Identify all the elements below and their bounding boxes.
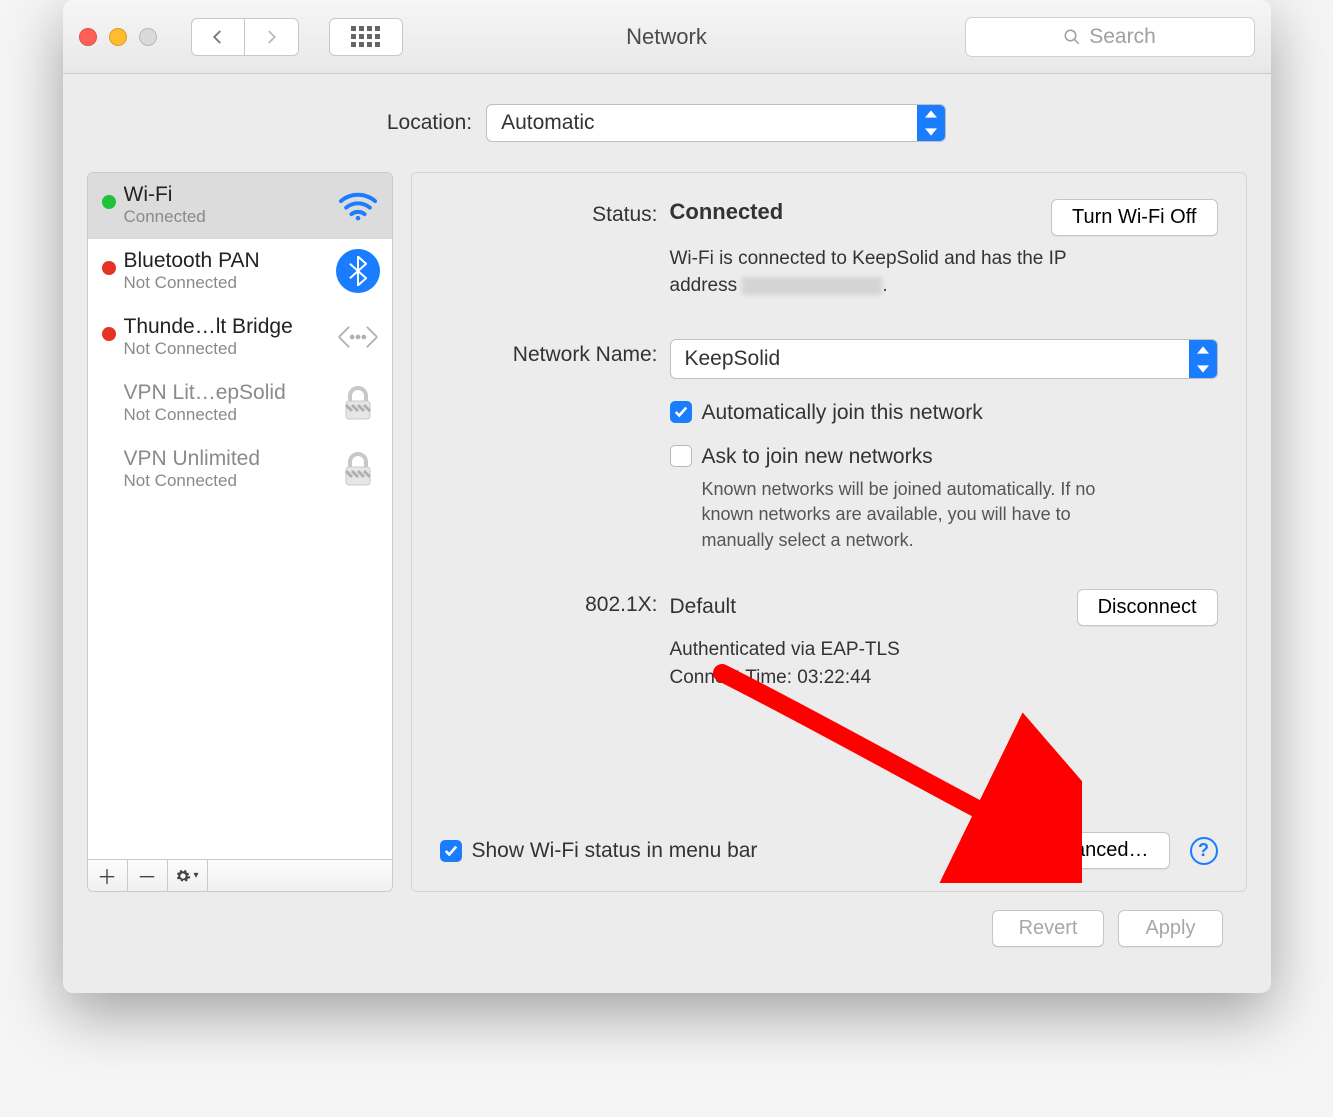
network-name-select[interactable]: KeepSolid (670, 339, 1218, 379)
forward-button[interactable] (245, 18, 299, 56)
service-vpn-lite-keepsolid[interactable]: VPN Lit…epSolid Not Connected (88, 371, 392, 437)
content-area: Location: Automatic Wi-Fi Connected (63, 74, 1271, 993)
revert-button[interactable]: Revert (992, 910, 1105, 947)
status-dot-red (102, 327, 116, 341)
window-title: Network (626, 24, 707, 50)
redacted-ip (742, 277, 882, 295)
ask-join-hint: Known networks will be joined automatica… (702, 477, 1122, 553)
panels: Wi-Fi Connected Bluetooth PAN Not Connec… (87, 172, 1247, 892)
advanced-button[interactable]: Advanced… (1019, 832, 1170, 869)
wifi-icon (336, 183, 380, 227)
service-status: Not Connected (124, 405, 328, 425)
apply-button[interactable]: Apply (1118, 910, 1222, 947)
show-in-menubar-label: Show Wi-Fi status in menu bar (472, 839, 758, 863)
footer: Revert Apply (87, 892, 1247, 969)
network-name-value: KeepSolid (685, 347, 781, 371)
disconnect-button[interactable]: Disconnect (1077, 589, 1218, 626)
ask-join-checkbox[interactable] (670, 445, 692, 467)
network-name-label: Network Name: (440, 339, 670, 553)
search-field[interactable]: Search (965, 17, 1255, 57)
location-row: Location: Automatic (87, 74, 1247, 172)
stepper-icon (917, 105, 945, 141)
service-name: VPN Lit…epSolid (124, 381, 328, 405)
grid-icon (351, 26, 380, 47)
service-vpn-unlimited[interactable]: VPN Unlimited Not Connected (88, 437, 392, 503)
status-dot-none (102, 459, 116, 473)
help-button[interactable]: ? (1190, 837, 1218, 865)
service-name: Wi-Fi (124, 183, 328, 207)
lock-icon (336, 381, 380, 425)
detail-panel: Status: Connected Turn Wi-Fi Off Wi-Fi i… (411, 172, 1247, 892)
location-label: Location: (387, 111, 472, 135)
service-wifi[interactable]: Wi-Fi Connected (88, 173, 392, 239)
eap-auth: Authenticated via EAP-TLS (670, 636, 1218, 665)
service-list: Wi-Fi Connected Bluetooth PAN Not Connec… (88, 173, 392, 859)
eap-value: Default (670, 595, 737, 619)
auto-join-label: Automatically join this network (702, 401, 983, 425)
lock-icon (336, 447, 380, 491)
back-button[interactable] (191, 18, 245, 56)
window-controls (79, 28, 157, 46)
bottom-row: Show Wi-Fi status in menu bar Advanced… … (440, 832, 1218, 869)
remove-service-button[interactable]: － (128, 860, 168, 891)
service-sidebar: Wi-Fi Connected Bluetooth PAN Not Connec… (87, 172, 393, 892)
stepper-icon (1189, 340, 1217, 378)
show-in-menubar-checkbox[interactable] (440, 840, 462, 862)
ask-join-row: Ask to join new networks (670, 445, 1218, 469)
service-status: Not Connected (124, 273, 328, 293)
service-name: VPN Unlimited (124, 447, 328, 471)
service-status: Not Connected (124, 339, 328, 359)
auto-join-row: Automatically join this network (670, 401, 1218, 425)
service-status: Not Connected (124, 471, 328, 491)
service-toolbar-spacer (208, 860, 392, 891)
close-window-button[interactable] (79, 28, 97, 46)
status-label: Status: (440, 199, 670, 299)
status-dot-green (102, 195, 116, 209)
gear-icon (175, 868, 191, 884)
bluetooth-icon (336, 249, 380, 293)
service-name: Thunde…lt Bridge (124, 315, 328, 339)
titlebar: Network Search (63, 0, 1271, 74)
service-thunderbolt-bridge[interactable]: Thunde…lt Bridge Not Connected (88, 305, 392, 371)
eap-label: 802.1X: (440, 589, 670, 693)
status-value: Connected (670, 199, 784, 225)
status-dot-red (102, 261, 116, 275)
zoom-window-button[interactable] (139, 28, 157, 46)
auto-join-checkbox[interactable] (670, 401, 692, 423)
eap-connect-time: Connect Time: 03:22:44 (670, 664, 1218, 693)
ask-join-label: Ask to join new networks (702, 445, 933, 469)
service-toolbar: ＋ － ▾ (88, 859, 392, 891)
status-description: Wi-Fi is connected to KeepSolid and has … (670, 246, 1130, 299)
nav-segment (191, 18, 299, 56)
show-all-button[interactable] (329, 18, 403, 56)
network-preferences-window: Network Search Location: Automatic (63, 0, 1271, 993)
search-icon (1063, 28, 1081, 46)
service-name: Bluetooth PAN (124, 249, 328, 273)
service-bluetooth-pan[interactable]: Bluetooth PAN Not Connected (88, 239, 392, 305)
location-value: Automatic (501, 111, 594, 135)
location-select[interactable]: Automatic (486, 104, 946, 142)
wifi-toggle-button[interactable]: Turn Wi-Fi Off (1051, 199, 1217, 236)
status-dot-none (102, 393, 116, 407)
service-status: Connected (124, 207, 328, 227)
service-actions-button[interactable]: ▾ (168, 860, 208, 891)
search-placeholder: Search (1089, 25, 1156, 49)
add-service-button[interactable]: ＋ (88, 860, 128, 891)
thunderbolt-bridge-icon (336, 315, 380, 359)
minimize-window-button[interactable] (109, 28, 127, 46)
